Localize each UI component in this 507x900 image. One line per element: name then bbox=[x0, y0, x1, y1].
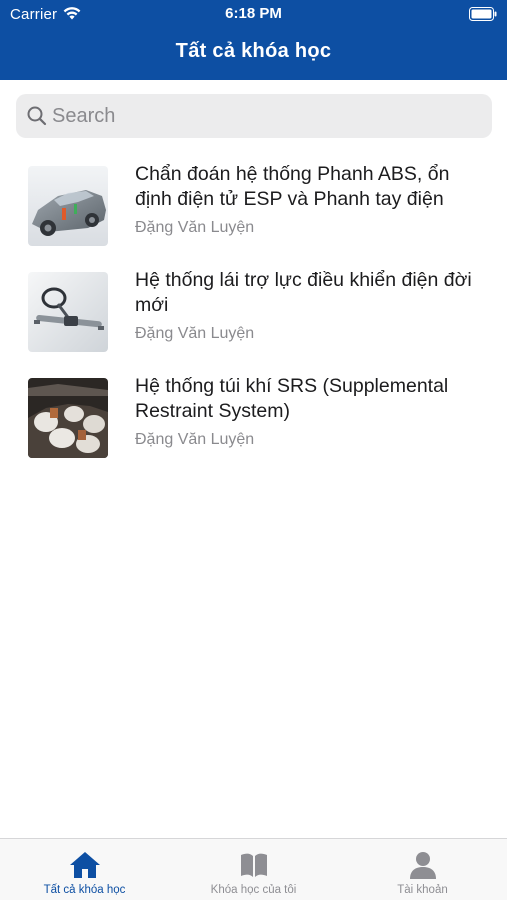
course-item-abs-esp[interactable]: Chẩn đoán hệ thống Phanh ABS, ổn định đi… bbox=[0, 152, 507, 258]
book-icon bbox=[240, 853, 267, 877]
tab-label: Khóa học của tôi bbox=[210, 884, 297, 896]
search-input[interactable] bbox=[52, 94, 482, 138]
course-thumbnail-car bbox=[28, 166, 108, 246]
tab-label: Tất cả khóa học bbox=[43, 884, 126, 896]
course-author: Đặng Văn Luyện bbox=[135, 325, 255, 342]
tab-bar: Tất cả khóa học Khóa học của tôi Tài kho… bbox=[0, 838, 507, 900]
course-item-steering[interactable]: Hệ thống lái trợ lực điều khiển điện đời… bbox=[0, 258, 507, 364]
course-author: Đặng Văn Luyện bbox=[135, 219, 255, 236]
course-item-airbag[interactable]: Hệ thống túi khí SRS (Supplemental Restr… bbox=[0, 364, 507, 470]
tab-account[interactable]: Tài khoản bbox=[338, 839, 507, 900]
status-time: 6:18 PM bbox=[225, 5, 282, 22]
course-thumbnail-steering bbox=[28, 272, 108, 352]
search-bar[interactable] bbox=[16, 94, 492, 138]
course-title: Hệ thống túi khí SRS (Supplemental Restr… bbox=[135, 375, 449, 422]
app-root: Carrier 6:18 PM Tất cả khóa học Search C… bbox=[0, 0, 507, 900]
status-bar: Carrier 6:18 PM bbox=[0, 0, 507, 28]
course-thumbnail-airbag bbox=[28, 378, 108, 458]
search-icon bbox=[27, 106, 47, 126]
home-icon bbox=[69, 852, 100, 878]
page-title: Tất cả khóa học bbox=[175, 40, 332, 62]
tab-all-courses[interactable]: Tất cả khóa học bbox=[0, 839, 169, 900]
tab-my-courses[interactable]: Khóa học của tôi bbox=[169, 839, 338, 900]
course-author: Đặng Văn Luyện bbox=[135, 431, 255, 448]
course-title: Hệ thống lái trợ lực điều khiển điện đời… bbox=[135, 269, 472, 316]
course-title: Chẩn đoán hệ thống Phanh ABS, ổn định đi… bbox=[135, 163, 450, 210]
user-icon bbox=[409, 852, 436, 879]
tab-label: Tài khoản bbox=[397, 884, 448, 896]
header: Carrier 6:18 PM Tất cả khóa học bbox=[0, 0, 507, 80]
course-list: Chẩn đoán hệ thống Phanh ABS, ổn định đi… bbox=[0, 152, 507, 470]
battery-icon bbox=[469, 7, 497, 21]
